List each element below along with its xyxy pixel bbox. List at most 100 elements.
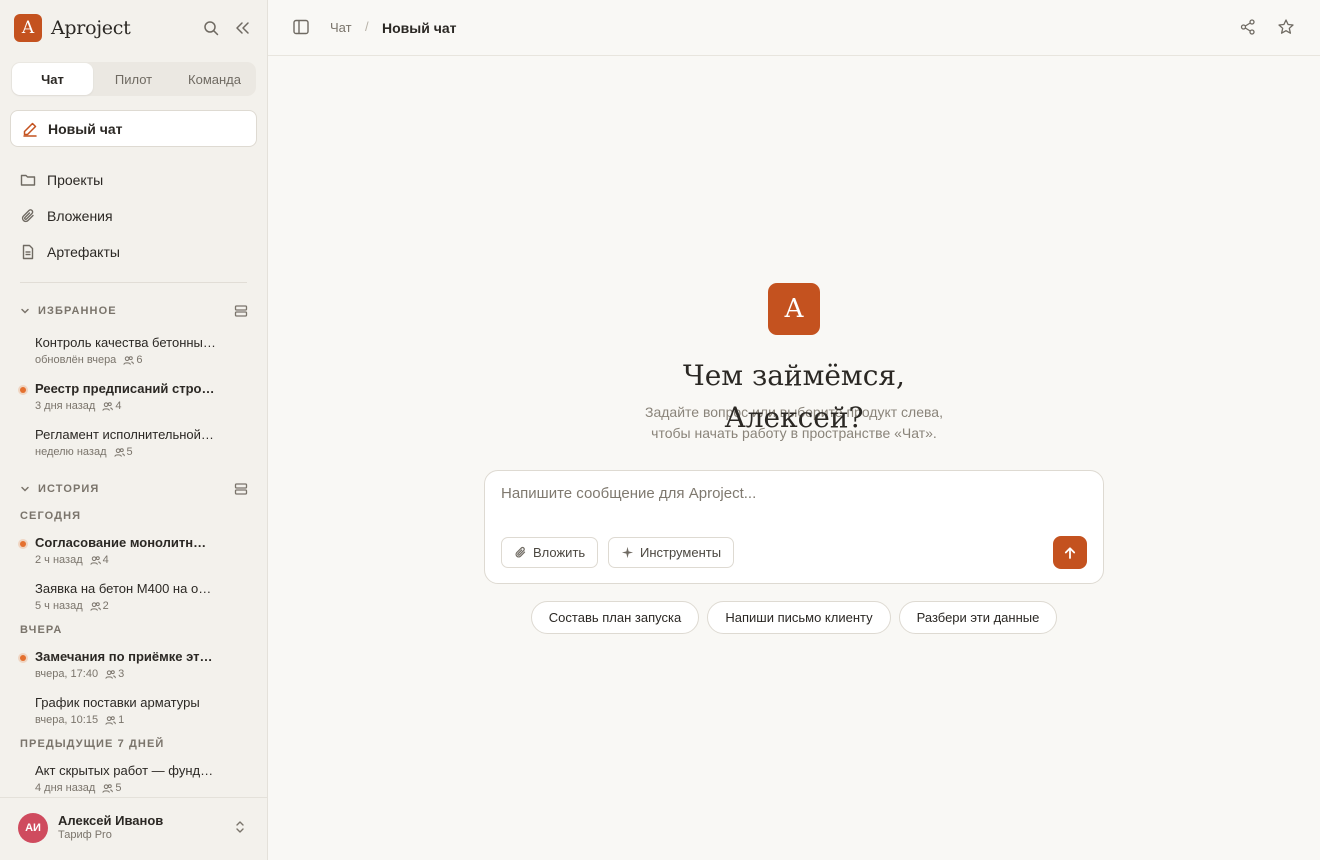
collapse-sidebar-icon[interactable]	[232, 18, 252, 38]
people-count: 2	[102, 600, 109, 612]
unread-dot	[20, 541, 26, 547]
user-account-menu[interactable]: АИ Алексей Иванов Тариф Pro	[0, 797, 267, 860]
chat-title: Согласование монолитных работ	[35, 535, 217, 550]
chat-title: График поставки арматуры	[35, 695, 200, 710]
sidebar-item-label: Вложения	[47, 208, 113, 224]
history-group-label: ПРЕДЫДУЩИЕ 7 ДНЕЙ	[20, 738, 165, 750]
sidebar-mode-tabs: Чат Пилот Команда	[11, 62, 256, 96]
unread-dot	[20, 387, 26, 393]
document-icon	[20, 244, 36, 260]
share-icon[interactable]	[1239, 18, 1257, 36]
people-icon	[90, 556, 101, 565]
people-count: 4	[102, 554, 109, 566]
favorite-item[interactable]: Реестр предписаний стройконтроля 3 дня н…	[20, 381, 248, 417]
history-item[interactable]: Замечания по приёмке этажа вчера, 17:40 …	[20, 649, 248, 685]
brand[interactable]: A Aproject	[14, 14, 131, 42]
message-input[interactable]	[501, 485, 1081, 502]
app-name: Aproject	[51, 17, 131, 39]
new-chat-button[interactable]: Новый чат	[10, 110, 257, 147]
history-group-label: СЕГОДНЯ	[20, 510, 82, 522]
sparkle-icon	[621, 546, 634, 559]
attach-label: Вложить	[533, 545, 586, 560]
chat-title: Регламент исполнительной документации	[35, 427, 217, 442]
paperclip-icon	[20, 208, 36, 224]
tab-pilot[interactable]: Пилот	[93, 63, 174, 95]
new-chat-label: Новый чат	[48, 120, 123, 137]
suggestion-chip[interactable]: Составь план запуска	[531, 601, 699, 634]
sidebar-item-artifacts[interactable]: Артефакты	[20, 242, 120, 262]
breadcrumb-chat[interactable]: Чат	[330, 20, 352, 35]
tab-chat[interactable]: Чат	[12, 63, 93, 95]
people-icon	[105, 670, 116, 679]
tools-label: Инструменты	[640, 545, 722, 560]
sidebar-item-label: Проекты	[47, 172, 104, 188]
send-button[interactable]	[1053, 536, 1087, 569]
attach-button[interactable]: Вложить	[501, 537, 599, 568]
pencil-icon	[22, 121, 38, 137]
history-group-label: ВЧЕРА	[20, 624, 63, 636]
tab-team[interactable]: Команда	[174, 63, 255, 95]
top-bar: Чат / Новый чат	[268, 0, 1320, 56]
people-count: 5	[115, 782, 122, 794]
sidebar-panel-icon[interactable]	[292, 18, 310, 36]
page-title: Новый чат	[382, 20, 457, 36]
history-item[interactable]: Заявка на бетон М400 на объект 5 ч назад…	[20, 581, 248, 617]
sidebar-item-label: Артефакты	[47, 244, 120, 260]
chevron-updown-icon	[233, 819, 247, 835]
paperclip-icon	[514, 546, 527, 559]
history-title: ИСТОРИЯ	[38, 483, 100, 495]
history-section-header[interactable]: ИСТОРИЯ	[20, 481, 248, 497]
people-icon	[113, 448, 125, 457]
history-item[interactable]: График поставки арматуры вчера, 10:15 1	[20, 695, 248, 731]
favorite-item[interactable]: Контроль качества бетонных работ обновлё…	[20, 335, 248, 371]
people-icon	[102, 402, 114, 411]
chat-time: 3 дня назад	[35, 400, 96, 412]
people-count: 6	[136, 354, 143, 366]
chat-title: Акт скрытых работ — фундамент	[35, 763, 217, 778]
chat-title: Заявка на бетон М400 на объект	[35, 581, 217, 596]
avatar: АИ	[18, 813, 48, 843]
chat-time: 2 ч назад	[35, 554, 83, 566]
history-item[interactable]: Согласование монолитных работ 2 ч назад …	[20, 535, 248, 571]
chat-title: Замечания по приёмке этажа	[35, 649, 217, 664]
sidebar-item-attachments[interactable]: Вложения	[20, 206, 113, 226]
favorite-item[interactable]: Регламент исполнительной документации не…	[20, 427, 248, 463]
chat-title: Реестр предписаний стройконтроля	[35, 381, 217, 396]
suggestion-chip[interactable]: Разбери эти данные	[899, 601, 1057, 634]
tools-button[interactable]: Инструменты	[608, 537, 735, 568]
chevron-down-icon	[20, 306, 30, 316]
unread-dot	[20, 655, 26, 661]
people-icon	[102, 784, 114, 793]
people-icon	[123, 356, 135, 365]
message-composer: Вложить Инструменты	[484, 470, 1104, 584]
user-plan: Тариф Pro	[58, 829, 112, 841]
divider	[20, 282, 247, 283]
chat-time: 4 дня назад	[35, 782, 96, 794]
search-icon[interactable]	[201, 18, 221, 38]
chat-time: неделю назад	[35, 446, 107, 458]
sidebar: A Aproject Чат Пилот Команда Новый чат П…	[0, 0, 268, 860]
hero-title: Чем займёмся, Алексей?	[644, 355, 944, 439]
arrow-up-icon	[1063, 546, 1077, 560]
user-name: Алексей Иванов	[58, 813, 164, 828]
favorites-title: ИЗБРАННОЕ	[38, 305, 117, 317]
chat-time: 5 ч назад	[35, 600, 83, 612]
favorites-section-header[interactable]: ИЗБРАННОЕ	[20, 303, 248, 319]
suggestion-chip[interactable]: Напиши письмо клиенту	[707, 601, 891, 634]
star-icon[interactable]	[1277, 18, 1295, 36]
chat-title: Контроль качества бетонных работ	[35, 335, 217, 350]
app-logo: A	[14, 14, 42, 42]
hero-title-line: Чем займёмся,	[683, 359, 905, 392]
breadcrumb-separator: /	[365, 19, 369, 34]
chat-time: обновлён вчера	[35, 354, 117, 366]
hero-logo: A	[768, 283, 820, 335]
chat-time: вчера, 10:15	[35, 714, 99, 726]
stack-icon[interactable]	[234, 304, 248, 318]
people-count: 4	[115, 400, 122, 412]
sidebar-item-projects[interactable]: Проекты	[20, 170, 103, 190]
people-count: 3	[118, 668, 125, 680]
people-icon	[90, 602, 101, 611]
stack-icon[interactable]	[234, 482, 248, 496]
history-item[interactable]: Акт скрытых работ — фундамент 4 дня наза…	[20, 763, 248, 799]
people-count: 1	[118, 714, 125, 726]
